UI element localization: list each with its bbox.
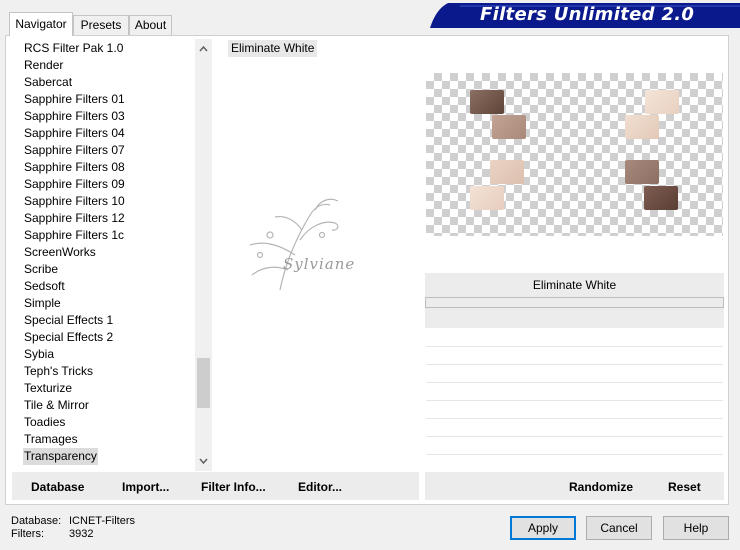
category-item[interactable]: Toadies [23, 414, 66, 431]
database-label: Database: [11, 515, 62, 527]
preview-image [426, 73, 723, 236]
tab-navigator[interactable]: Navigator [9, 12, 73, 36]
preview-tile [470, 90, 504, 114]
param-divider [426, 454, 723, 455]
reset-button[interactable]: Reset [668, 480, 701, 494]
tab-presets[interactable]: Presets [73, 15, 129, 35]
preview-tile [470, 186, 504, 210]
preview-tile [625, 160, 659, 184]
filter-item[interactable]: Eliminate White [228, 40, 318, 57]
database-value: ICNET-Filters [69, 515, 135, 527]
app-title: Filters Unlimited 2.0 [480, 4, 695, 25]
category-item[interactable]: Sapphire Filters 10 [23, 193, 126, 210]
category-item[interactable]: Sapphire Filters 04 [23, 125, 126, 142]
help-button[interactable]: Help [663, 516, 729, 540]
category-item[interactable]: Teph's Tricks [23, 363, 94, 380]
param-divider [426, 400, 723, 401]
randomize-button[interactable]: Randomize [569, 480, 633, 494]
category-item[interactable]: Scribe [23, 261, 59, 278]
category-item[interactable]: Special Effects 2 [23, 329, 114, 346]
scroll-up-icon [199, 45, 208, 52]
param-control[interactable] [425, 297, 724, 308]
watermark-text: Sylviane [283, 255, 356, 273]
editor-button[interactable]: Editor... [298, 480, 342, 494]
scrollbar-thumb[interactable] [197, 358, 210, 408]
category-item[interactable]: Sapphire Filters 09 [23, 176, 126, 193]
category-item[interactable]: Sapphire Filters 03 [23, 108, 126, 125]
filters-count-value: 3932 [69, 528, 94, 540]
tab-about[interactable]: About [129, 15, 172, 35]
category-item[interactable]: ScreenWorks [23, 244, 97, 261]
category-item[interactable]: Sapphire Filters 08 [23, 159, 126, 176]
scroll-down-icon [199, 458, 208, 465]
category-item[interactable]: RCS Filter Pak 1.0 [23, 40, 124, 57]
cancel-button[interactable]: Cancel [586, 516, 652, 540]
preview-tile [645, 90, 679, 114]
category-item[interactable]: Simple [23, 295, 62, 312]
filter-info-button[interactable]: Filter Info... [201, 480, 266, 494]
watermark-logo [249, 198, 339, 291]
preview-tile [625, 115, 659, 139]
category-item[interactable]: Sapphire Filters 1c [23, 227, 125, 244]
param-divider [426, 382, 723, 383]
param-divider [426, 346, 723, 347]
category-item[interactable]: Tile & Mirror [23, 397, 90, 414]
param-divider [426, 436, 723, 437]
preview-tile [492, 115, 526, 139]
import-button[interactable]: Import... [122, 480, 169, 494]
preview-tile [490, 160, 524, 184]
title-banner: Filters Unlimited 2.0 [430, 3, 740, 28]
category-item[interactable]: Transparency [23, 448, 98, 465]
category-item[interactable]: Special Effects 1 [23, 312, 114, 329]
category-item[interactable]: Sapphire Filters 01 [23, 91, 126, 108]
param-area [425, 308, 724, 328]
category-item[interactable]: Sybia [23, 346, 55, 363]
category-item[interactable]: Texturize [23, 380, 73, 397]
category-item[interactable]: Sapphire Filters 07 [23, 142, 126, 159]
category-item[interactable]: Sapphire Filters 12 [23, 210, 126, 227]
filters-count-label: Filters: [11, 528, 44, 540]
preview-tile [644, 186, 678, 210]
apply-button[interactable]: Apply [510, 516, 576, 540]
category-item[interactable]: Sabercat [23, 74, 73, 91]
category-item[interactable]: Render [23, 57, 64, 74]
category-item[interactable]: Sedsoft [23, 278, 66, 295]
category-item[interactable]: Tramages [23, 431, 79, 448]
database-button[interactable]: Database [31, 480, 84, 494]
param-divider [426, 418, 723, 419]
param-divider [426, 364, 723, 365]
params-title: Eliminate White [425, 273, 724, 297]
